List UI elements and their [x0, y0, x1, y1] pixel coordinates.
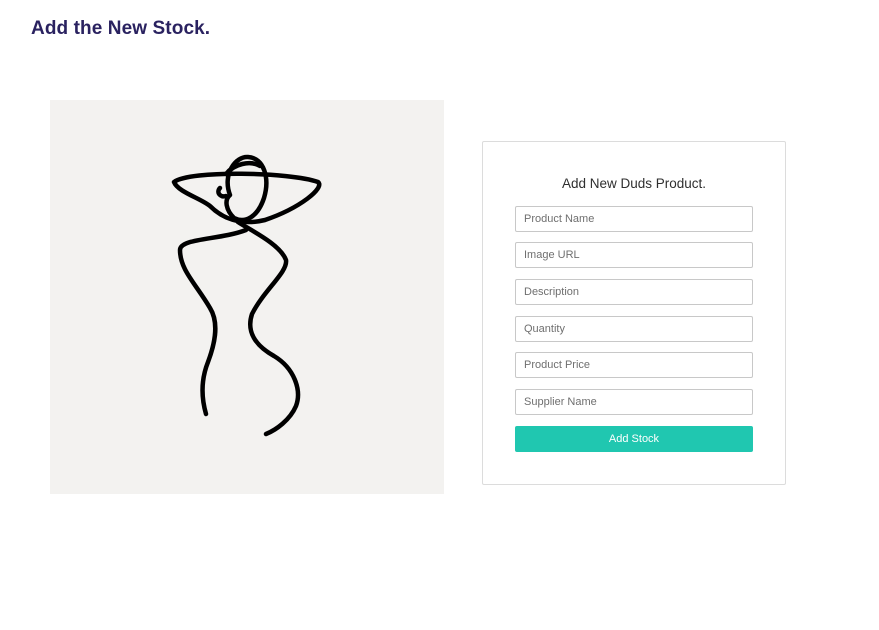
line-art-woman-with-hat-icon — [171, 154, 322, 437]
add-product-form: Add New Duds Product. Add Stock — [482, 141, 786, 485]
product-price-input[interactable] — [515, 352, 753, 378]
page-title: Add the New Stock. — [31, 18, 211, 39]
quantity-input[interactable] — [515, 316, 753, 342]
add-stock-button[interactable]: Add Stock — [515, 426, 753, 452]
add-stock-page: Add the New Stock. Add New Duds Product. — [0, 0, 879, 630]
description-input[interactable] — [515, 279, 753, 305]
product-illustration — [50, 100, 444, 494]
image-url-input[interactable] — [515, 242, 753, 268]
product-name-input[interactable] — [515, 206, 753, 232]
supplier-name-input[interactable] — [515, 389, 753, 415]
form-heading: Add New Duds Product. — [561, 176, 707, 191]
